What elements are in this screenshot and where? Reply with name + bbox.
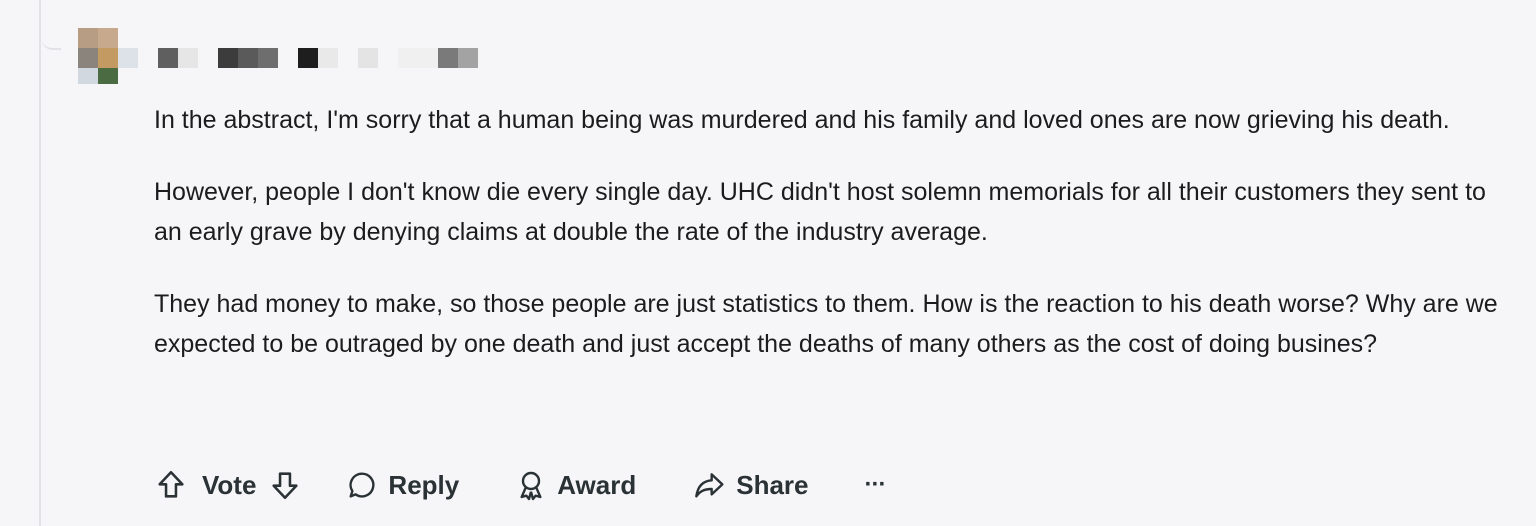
comment-action-bar: Vote Reply Award Share ··· xyxy=(154,462,887,508)
comment-paragraph: They had money to make, so those people … xyxy=(154,290,1498,358)
reply-button[interactable]: Reply xyxy=(346,462,459,508)
arrow-up-icon[interactable] xyxy=(154,468,188,502)
vote-group: Vote xyxy=(154,462,302,508)
arrow-down-icon[interactable] xyxy=(268,468,302,502)
speech-bubble-icon xyxy=(346,469,378,501)
share-label: Share xyxy=(736,469,809,500)
more-options-button[interactable]: ··· xyxy=(864,462,887,508)
avatar[interactable] xyxy=(78,28,118,84)
comment-paragraph: However, people I don't know die every s… xyxy=(154,178,1486,246)
share-arrow-icon xyxy=(692,469,726,501)
vote-count: Vote xyxy=(202,469,257,500)
avatar-edge xyxy=(118,48,138,68)
share-button[interactable]: Share xyxy=(692,462,809,508)
username-pixelated[interactable] xyxy=(158,48,488,68)
award-button[interactable]: Award xyxy=(515,462,636,508)
thread-connector xyxy=(41,32,61,50)
reply-label: Reply xyxy=(388,469,460,500)
ellipsis-icon: ··· xyxy=(864,471,887,498)
award-label: Award xyxy=(557,469,637,500)
award-ribbon-icon xyxy=(515,469,547,501)
comment-container: In the abstract, I'm sorry that a human … xyxy=(0,0,1536,526)
comment-paragraph: In the abstract, I'm sorry that a human … xyxy=(154,106,1450,134)
comment-body: In the abstract, I'm sorry that a human … xyxy=(154,100,1514,396)
thread-line[interactable] xyxy=(39,0,41,526)
